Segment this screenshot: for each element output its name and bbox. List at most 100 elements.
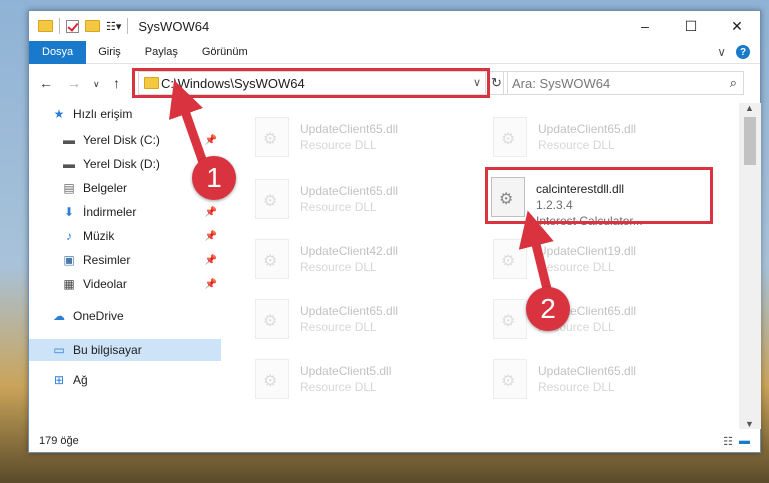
back-button[interactable]: ← bbox=[39, 75, 53, 91]
window-controls: – ☐ ✕ bbox=[622, 11, 760, 41]
file-type: Resource DLL bbox=[538, 380, 615, 394]
sidebar-item-label: Yerel Disk (C:) bbox=[83, 133, 160, 147]
search-icon: ⌕ bbox=[729, 75, 737, 90]
pin-icon[interactable]: 📌 bbox=[205, 135, 217, 146]
dll-file-icon bbox=[255, 299, 289, 339]
sidebar-item-label: OneDrive bbox=[73, 309, 124, 323]
sidebar-item[interactable]: ▦ Videolar 📌 bbox=[29, 273, 221, 295]
sidebar-item[interactable]: ⊞ Ağ bbox=[29, 369, 221, 391]
tab-file[interactable]: Dosya bbox=[29, 40, 87, 64]
forward-button[interactable]: → bbox=[67, 75, 81, 91]
sidebar-item[interactable]: ▭ Bu bilgisayar bbox=[29, 339, 221, 361]
file-type: Resource DLL bbox=[538, 138, 615, 152]
dll-file-icon bbox=[255, 117, 289, 157]
status-bar: 179 öğe ☷ ▬ bbox=[29, 430, 760, 452]
file-item[interactable]: UpdateClient65.dll Resource DLL bbox=[493, 359, 636, 411]
tab-share[interactable]: Paylaş bbox=[133, 41, 190, 64]
network-icon: ⊞ bbox=[53, 373, 65, 387]
music-icon: ♪ bbox=[66, 229, 72, 243]
video-icon: ▦ bbox=[63, 277, 75, 291]
cloud-icon: ☁ bbox=[53, 309, 65, 323]
scroll-up-icon[interactable]: ▲ bbox=[745, 103, 754, 113]
documents-icon: ▤ bbox=[63, 181, 75, 195]
sidebar-item-label: Hızlı erişim bbox=[73, 107, 133, 121]
vertical-scrollbar[interactable]: ▲ ▼ bbox=[739, 103, 761, 429]
tab-home[interactable]: Giriş bbox=[86, 41, 133, 64]
step-badge-2: 2 bbox=[526, 287, 570, 331]
address-highlight-box bbox=[132, 68, 490, 98]
file-type: Resource DLL bbox=[300, 380, 377, 394]
step-badge-1: 1 bbox=[192, 156, 236, 200]
file-item[interactable]: UpdateClient65.dll Resource DLL bbox=[493, 117, 636, 169]
file-type: Resource DLL bbox=[300, 138, 377, 152]
sidebar-item[interactable]: ▣ Resimler 📌 bbox=[29, 249, 221, 271]
sidebar-item-label: Bu bilgisayar bbox=[73, 343, 142, 357]
sidebar-item-label: Ağ bbox=[73, 373, 88, 387]
file-name: UpdateClient65.dll bbox=[538, 364, 637, 378]
sidebar-item-label: Yerel Disk (D:) bbox=[83, 157, 160, 171]
sidebar-item-label: Belgeler bbox=[83, 181, 128, 195]
quick-access-toolbar: ☷▾ bbox=[29, 18, 121, 34]
minimize-button[interactable]: – bbox=[622, 11, 668, 41]
ribbon-tabs: Dosya Giriş Paylaş Görünüm ∨ ? bbox=[29, 40, 760, 64]
file-name: UpdateClient65.dll bbox=[300, 122, 399, 136]
file-name: UpdateClient65.dll bbox=[538, 122, 637, 136]
file-item[interactable]: UpdateClient42.dll Resource DLL bbox=[255, 239, 398, 291]
new-folder-icon[interactable] bbox=[85, 20, 100, 32]
scroll-down-icon[interactable]: ▼ bbox=[745, 419, 754, 429]
dll-file-icon bbox=[493, 117, 527, 157]
sidebar-item-label: Müzik bbox=[83, 229, 115, 243]
pin-icon[interactable]: 📌 bbox=[205, 255, 217, 266]
title-bar: ☷▾ SysWOW64 – ☐ ✕ bbox=[29, 11, 760, 41]
navigation-bar: ← → ∨ ↑ C:\Windows\SysWOW64 ∨ ↻ Ara: Sys… bbox=[29, 67, 760, 98]
file-item[interactable]: UpdateClient65.dll Resource DLL bbox=[255, 117, 398, 169]
sidebar-item[interactable]: ★ Hızlı erişim bbox=[29, 103, 221, 125]
pin-icon[interactable]: 📌 bbox=[205, 207, 217, 218]
up-button[interactable]: ↑ bbox=[113, 75, 120, 91]
download-icon: ⬇ bbox=[63, 205, 75, 219]
ribbon-collapse-icon[interactable]: ∨ bbox=[717, 45, 726, 59]
file-item[interactable]: UpdateClient65.dll Resource DLL bbox=[255, 299, 398, 351]
search-placeholder: Ara: SysWOW64 bbox=[512, 75, 611, 91]
dll-file-icon bbox=[493, 359, 527, 399]
tab-view[interactable]: Görünüm bbox=[190, 41, 260, 64]
pin-icon[interactable]: 📌 bbox=[205, 279, 217, 290]
file-type: Resource DLL bbox=[300, 320, 377, 334]
details-view-icon[interactable]: ☷ bbox=[723, 435, 733, 448]
tiles-view-icon[interactable]: ▬ bbox=[739, 435, 750, 448]
sidebar-item[interactable]: ☁ OneDrive bbox=[29, 305, 221, 327]
file-highlight-box bbox=[485, 167, 713, 224]
help-icon[interactable]: ? bbox=[736, 45, 750, 59]
file-item[interactable]: UpdateClient5.dll Resource DLL bbox=[255, 359, 391, 411]
navigation-pane: ★ Hızlı erişim ▬ Yerel Disk (C:) 📌 ▬ Yerel Dis… bbox=[29, 103, 225, 429]
file-name: UpdateClient42.dll bbox=[300, 244, 399, 258]
file-type: Resource DLL bbox=[300, 260, 377, 274]
file-name: UpdateClient19.dll bbox=[538, 244, 637, 258]
file-item[interactable]: UpdateClient19.dll Resource DLL bbox=[493, 239, 636, 291]
file-type: Resource DLL bbox=[300, 200, 377, 214]
file-list: UpdateClient65.dllResource DLLUpdateClie… bbox=[225, 103, 739, 429]
sidebar-item-label: İndirmeler bbox=[83, 205, 137, 219]
file-item[interactable]: UpdateClient65.dll Resource DLL bbox=[255, 179, 398, 231]
dll-file-icon bbox=[493, 299, 527, 339]
maximize-button[interactable]: ☐ bbox=[668, 11, 714, 41]
toolbar-divider bbox=[59, 18, 60, 34]
close-button[interactable]: ✕ bbox=[714, 11, 760, 41]
item-count: 179 öğe bbox=[39, 435, 79, 447]
sidebar-item-label: Resimler bbox=[83, 253, 131, 267]
pin-icon[interactable]: 📌 bbox=[205, 231, 217, 242]
scroll-thumb[interactable] bbox=[744, 117, 756, 165]
sidebar-item[interactable]: ⬇ İndirmeler 📌 bbox=[29, 201, 221, 223]
folder-icon bbox=[38, 20, 53, 32]
properties-icon[interactable] bbox=[66, 19, 79, 33]
dll-file-icon bbox=[255, 179, 289, 219]
star-icon: ★ bbox=[53, 107, 65, 121]
recent-locations-icon[interactable]: ∨ bbox=[93, 79, 100, 90]
search-input[interactable]: Ara: SysWOW64 ⌕ bbox=[503, 71, 744, 95]
dll-file-icon bbox=[493, 239, 527, 279]
file-name: UpdateClient65.dll bbox=[300, 184, 399, 198]
sidebar-item-label: Videolar bbox=[83, 277, 127, 291]
sidebar-item[interactable]: ♪ Müzik 📌 bbox=[29, 225, 221, 247]
customize-toolbar-icon[interactable]: ☷▾ bbox=[106, 20, 121, 33]
sidebar-item[interactable]: ▬ Yerel Disk (C:) 📌 bbox=[29, 129, 221, 151]
